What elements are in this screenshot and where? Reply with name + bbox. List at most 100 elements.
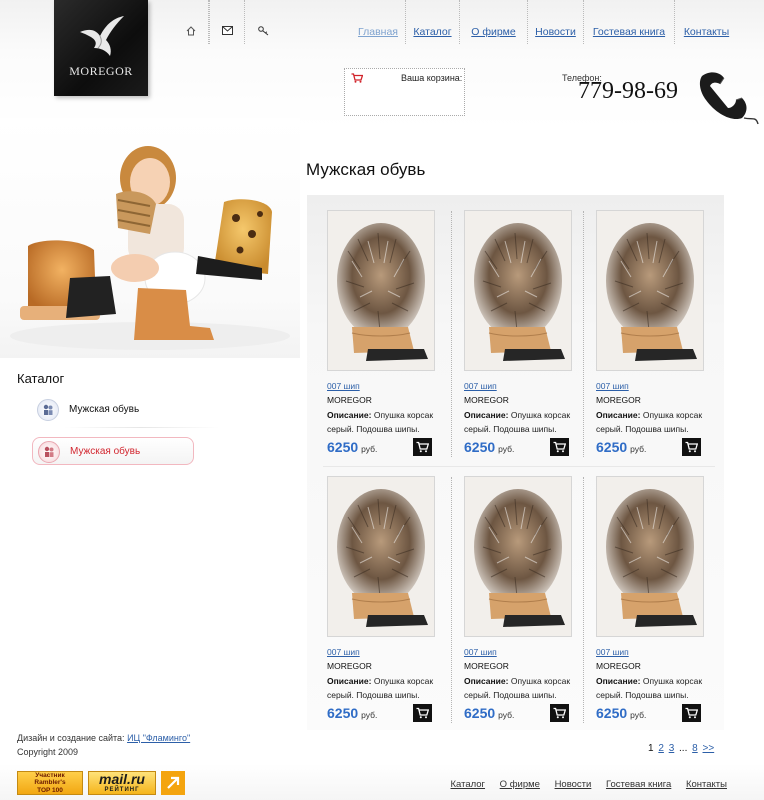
nav-guestbook[interactable]: Гостевая книга xyxy=(583,0,674,44)
cart-label: Ваша корзина: xyxy=(401,73,463,83)
phone-number: 779-98-69 xyxy=(578,78,678,104)
category-divider xyxy=(64,427,219,428)
price-currency: руб. xyxy=(498,444,515,454)
rambler-badge-line: Rambler's xyxy=(34,779,66,787)
product-price: 6250 руб. xyxy=(464,705,514,721)
category-mens-shoes-active[interactable]: Мужская обувь xyxy=(32,437,194,465)
column-divider xyxy=(451,477,452,723)
product-description: Описание: Опушка корсак серый. Подошва ш… xyxy=(327,675,445,702)
product-card: 007 шип MOREGOR Описание: Опушка корсак … xyxy=(464,476,582,734)
nav-contacts-link[interactable]: Контакты xyxy=(675,26,738,38)
cart-icon xyxy=(685,707,698,719)
category-people-icon xyxy=(37,399,59,421)
product-description: Описание: Опушка корсак серый. Подошва ш… xyxy=(596,675,714,702)
nav-home-link[interactable]: Главная xyxy=(351,26,405,38)
add-to-cart-button[interactable] xyxy=(550,704,569,722)
description-label: Описание: xyxy=(327,676,372,686)
nav-guestbook-link[interactable]: Гостевая книга xyxy=(584,26,674,38)
page-next-link[interactable]: >> xyxy=(703,743,715,754)
footer-link-news[interactable]: Новости xyxy=(555,779,592,790)
design-credit-link[interactable]: ИЦ "Фламинго" xyxy=(127,733,190,743)
nav-home[interactable]: Главная xyxy=(351,0,405,44)
product-photo[interactable] xyxy=(464,210,572,371)
nav-catalog-link[interactable]: Каталог xyxy=(406,26,459,38)
rambler-badge-line: Участник xyxy=(35,772,65,779)
login-link[interactable] xyxy=(245,0,281,44)
child-with-fur-boots-illustration xyxy=(10,146,290,350)
rambler-badge-line: TOP 100 xyxy=(37,786,63,794)
description-label: Описание: xyxy=(327,410,372,420)
arrow-up-right-icon xyxy=(167,776,180,789)
nav-contacts[interactable]: Контакты xyxy=(674,0,738,44)
cart-icon xyxy=(553,707,566,719)
footer-link-catalog[interactable]: Каталог xyxy=(450,779,485,790)
column-divider xyxy=(451,211,452,457)
site-logo[interactable]: MOREGOR xyxy=(54,0,148,96)
product-name-link[interactable]: 007 шип xyxy=(327,647,360,657)
product-card: 007 шип MOREGOR Описание: Опушка корсак … xyxy=(464,210,582,468)
nav-news-link[interactable]: Новости xyxy=(528,26,583,38)
description-label: Описание: xyxy=(596,676,641,686)
mail-link[interactable] xyxy=(209,0,245,44)
price-value: 6250 xyxy=(327,439,359,455)
page-title: Мужская обувь xyxy=(306,160,426,179)
counter-badge[interactable] xyxy=(161,771,185,795)
add-to-cart-button[interactable] xyxy=(550,438,569,456)
product-photo[interactable] xyxy=(327,210,435,371)
price-currency: руб. xyxy=(630,444,647,454)
design-credit-label: Дизайн и создание сайта: xyxy=(17,733,125,743)
add-to-cart-button[interactable] xyxy=(413,704,432,722)
price-value: 6250 xyxy=(464,705,496,721)
product-name-link[interactable]: 007 шип xyxy=(596,381,629,391)
home-link[interactable] xyxy=(173,0,209,44)
product-price: 6250 руб. xyxy=(596,439,646,455)
page-link-2[interactable]: 2 xyxy=(658,743,664,754)
fur-boot-photo xyxy=(597,477,703,636)
page-link-last[interactable]: 8 xyxy=(692,743,698,754)
nav-about-link[interactable]: О фирме xyxy=(460,26,527,38)
product-price: 6250 руб. xyxy=(327,439,377,455)
add-to-cart-button[interactable] xyxy=(413,438,432,456)
footer-link-about[interactable]: О фирме xyxy=(500,779,540,790)
fur-boot-photo xyxy=(597,211,703,370)
key-icon xyxy=(258,26,269,36)
price-currency: руб. xyxy=(361,710,378,720)
product-brand: MOREGOR xyxy=(464,395,509,405)
page-link-3[interactable]: 3 xyxy=(669,743,675,754)
nav-news[interactable]: Новости xyxy=(527,0,583,44)
cart-widget[interactable]: Ваша корзина: xyxy=(344,68,465,116)
catalog-heading: Каталог xyxy=(17,371,65,386)
description-label: Описание: xyxy=(596,410,641,420)
price-value: 6250 xyxy=(596,705,628,721)
category-label[interactable]: Мужская обувь xyxy=(69,404,139,415)
rambler-top100-badge[interactable]: Участник Rambler's TOP 100 xyxy=(17,771,83,795)
product-name-link[interactable]: 007 шип xyxy=(596,647,629,657)
product-photo[interactable] xyxy=(464,476,572,637)
product-photo[interactable] xyxy=(596,210,704,371)
add-to-cart-button[interactable] xyxy=(682,438,701,456)
product-photo[interactable] xyxy=(596,476,704,637)
price-currency: руб. xyxy=(630,710,647,720)
footer-link-contacts[interactable]: Контакты xyxy=(686,779,727,790)
product-price: 6250 руб. xyxy=(464,439,514,455)
nav-catalog[interactable]: Каталог xyxy=(405,0,459,44)
product-brand: MOREGOR xyxy=(327,395,372,405)
category-label[interactable]: Мужская обувь xyxy=(70,446,140,457)
column-divider xyxy=(583,477,584,723)
nav-about[interactable]: О фирме xyxy=(459,0,527,44)
cart-icon xyxy=(416,707,429,719)
description-label: Описание: xyxy=(464,410,509,420)
product-description: Описание: Опушка корсак серый. Подошва ш… xyxy=(464,409,582,436)
mailru-rating-badge[interactable]: mail.ru РЕЙТИНГ xyxy=(88,771,156,795)
page-current: 1 xyxy=(648,743,654,754)
product-name-link[interactable]: 007 шип xyxy=(464,381,497,391)
product-name-link[interactable]: 007 шип xyxy=(327,381,360,391)
product-name-link[interactable]: 007 шип xyxy=(464,647,497,657)
product-brand: MOREGOR xyxy=(464,661,509,671)
footer-link-guestbook[interactable]: Гостевая книга xyxy=(606,779,671,790)
add-to-cart-button[interactable] xyxy=(682,704,701,722)
category-people-icon xyxy=(38,441,60,463)
product-photo[interactable] xyxy=(327,476,435,637)
category-mens-shoes[interactable]: Мужская обувь xyxy=(32,396,219,428)
footer-nav: Каталог О фирме Новости Гостевая книга К… xyxy=(438,779,727,790)
